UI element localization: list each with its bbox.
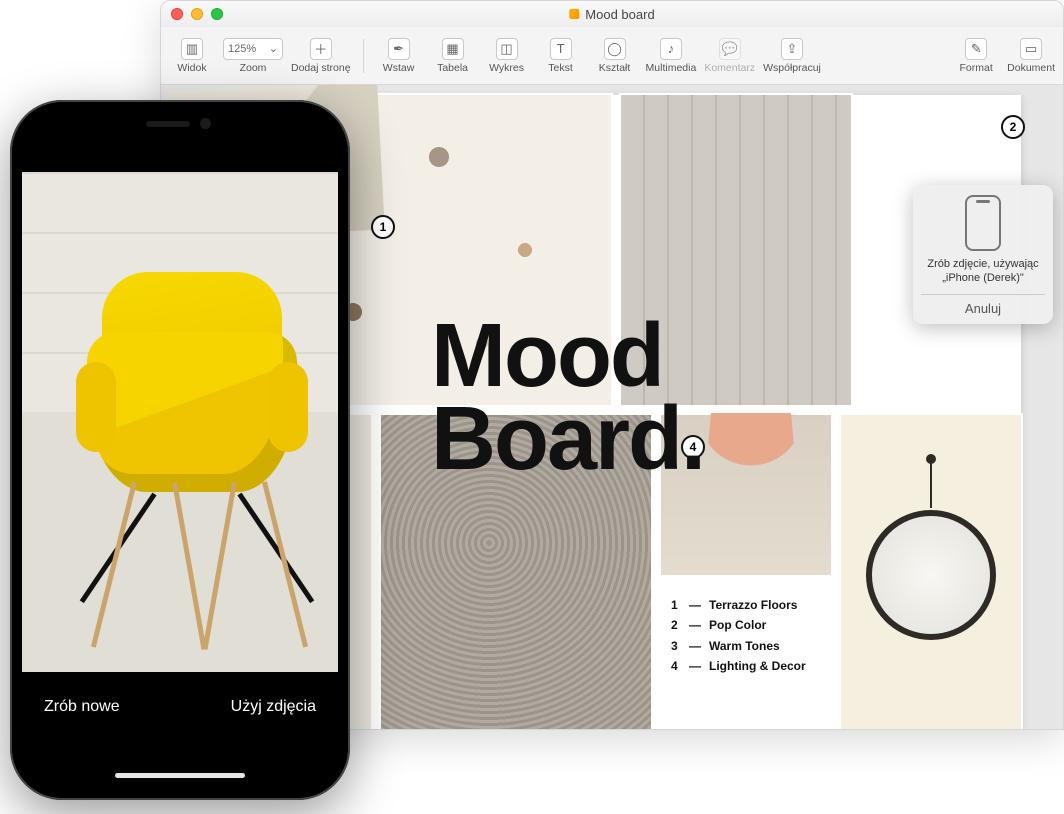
camera-preview (22, 172, 338, 672)
table-label: Tabela (437, 62, 468, 74)
moodboard-title-line2: Board. (431, 398, 704, 481)
document-icon-btn: ▭ (1020, 38, 1042, 60)
insert-icon: ✒ (388, 38, 410, 60)
window-controls (171, 8, 223, 20)
legend-dash: — (689, 615, 701, 635)
chevron-down-icon: ⌄ (269, 42, 278, 55)
add-page-button[interactable]: ＋ Dodaj stronę (291, 33, 351, 79)
text-button[interactable]: T Tekst (538, 33, 584, 79)
window-maximize-button[interactable] (211, 8, 223, 20)
popover-message: Zrób zdjęcie, używając „iPhone (Derek)" (921, 257, 1045, 286)
legend-text: Pop Color (709, 615, 766, 635)
share-button[interactable]: ⇪ Współpracuj (763, 33, 821, 79)
format-icon: ✎ (965, 38, 987, 60)
legend-dash: — (689, 636, 701, 656)
image-round-mirror[interactable] (841, 415, 1021, 729)
moodboard-title-line1: Mood (431, 315, 704, 398)
insert-button[interactable]: ✒ Wstaw (376, 33, 422, 79)
window-title: Mood board (569, 7, 654, 22)
use-photo-button[interactable]: Użyj zdjęcia (231, 698, 316, 716)
table-button[interactable]: ▦ Tabela (430, 33, 476, 79)
legend-text: Warm Tones (709, 636, 780, 656)
view-button[interactable]: ▥ Widok (169, 33, 215, 79)
shape-button[interactable]: ◯ Kształt (592, 33, 638, 79)
window-close-button[interactable] (171, 8, 183, 20)
camera-actions: Zrób nowe Użyj zdjęcia (22, 678, 338, 788)
lamp-shape (701, 413, 801, 523)
table-icon: ▦ (442, 38, 464, 60)
document-icon (569, 9, 579, 19)
legend-text: Lighting & Decor (709, 656, 806, 676)
comment-button[interactable]: 💬 Komentarz (704, 33, 755, 79)
text-label: Tekst (548, 62, 573, 74)
chart-button[interactable]: ◫ Wykres (484, 33, 530, 79)
moodboard-title[interactable]: Mood Board. (431, 315, 704, 481)
add-page-icon: ＋ (310, 38, 332, 60)
iphone-screen: Zrób nowe Użyj zdjęcia (22, 112, 338, 788)
badge-1: 1 (371, 215, 395, 239)
toolbar: ▥ Widok 125% ⌄ Zoom ＋ Dodaj stronę ✒ Wsta… (161, 27, 1063, 85)
legend-dash: — (689, 656, 701, 676)
legend-num: 1 (671, 595, 681, 615)
zoom-value: 125% (228, 43, 256, 55)
media-label: Multimedia (646, 62, 697, 74)
legend-text: Terrazzo Floors (709, 595, 797, 615)
legend-num: 2 (671, 615, 681, 635)
legend-row: 3 — Warm Tones (671, 636, 806, 656)
legend-num: 3 (671, 636, 681, 656)
zoom-icon: 125% ⌄ (223, 38, 283, 60)
legend-row: 4 — Lighting & Decor (671, 656, 806, 676)
phone-outline-icon (965, 195, 1001, 251)
mirror-shape (866, 510, 996, 640)
comment-icon: 💬 (719, 38, 741, 60)
shape-label: Kształt (599, 62, 631, 74)
media-button[interactable]: ♪ Multimedia (646, 33, 697, 79)
yellow-chair-photo (62, 272, 322, 642)
view-label: Widok (177, 62, 206, 74)
chart-label: Wykres (489, 62, 524, 74)
home-indicator[interactable] (115, 773, 245, 778)
comment-label: Komentarz (704, 62, 755, 74)
legend-row: 2 — Pop Color (671, 615, 806, 635)
window-minimize-button[interactable] (191, 8, 203, 20)
zoom-dropdown[interactable]: 125% ⌄ Zoom (223, 33, 283, 79)
badge-2: 2 (1001, 115, 1025, 139)
format-button[interactable]: ✎ Format (953, 33, 999, 79)
shape-icon: ◯ (604, 38, 626, 60)
legend-row: 1 — Terrazzo Floors (671, 595, 806, 615)
continuity-camera-popover: Zrób zdjęcie, używając „iPhone (Derek)" … (913, 185, 1053, 324)
legend-dash: — (689, 595, 701, 615)
legend: 1 — Terrazzo Floors 2 — Pop Color 3 — Wa… (671, 595, 806, 677)
popover-cancel-button[interactable]: Anuluj (921, 294, 1045, 316)
media-icon: ♪ (660, 38, 682, 60)
retake-button[interactable]: Zrób nowe (44, 698, 120, 716)
share-label: Współpracuj (763, 62, 821, 74)
view-icon: ▥ (181, 38, 203, 60)
document-button[interactable]: ▭ Dokument (1007, 33, 1055, 79)
window-title-text: Mood board (585, 7, 654, 22)
share-icon: ⇪ (781, 38, 803, 60)
iphone-mockup: Zrób nowe Użyj zdjęcia (10, 100, 350, 800)
document-label: Dokument (1007, 62, 1055, 74)
format-label: Format (960, 62, 993, 74)
chart-icon: ◫ (496, 38, 518, 60)
legend-num: 4 (671, 656, 681, 676)
iphone-notch (100, 112, 260, 138)
add-page-label: Dodaj stronę (291, 62, 351, 74)
text-icon: T (550, 38, 572, 60)
titlebar: Mood board (161, 1, 1063, 27)
zoom-label: Zoom (240, 62, 267, 74)
insert-label: Wstaw (383, 62, 415, 74)
toolbar-separator (363, 39, 364, 73)
